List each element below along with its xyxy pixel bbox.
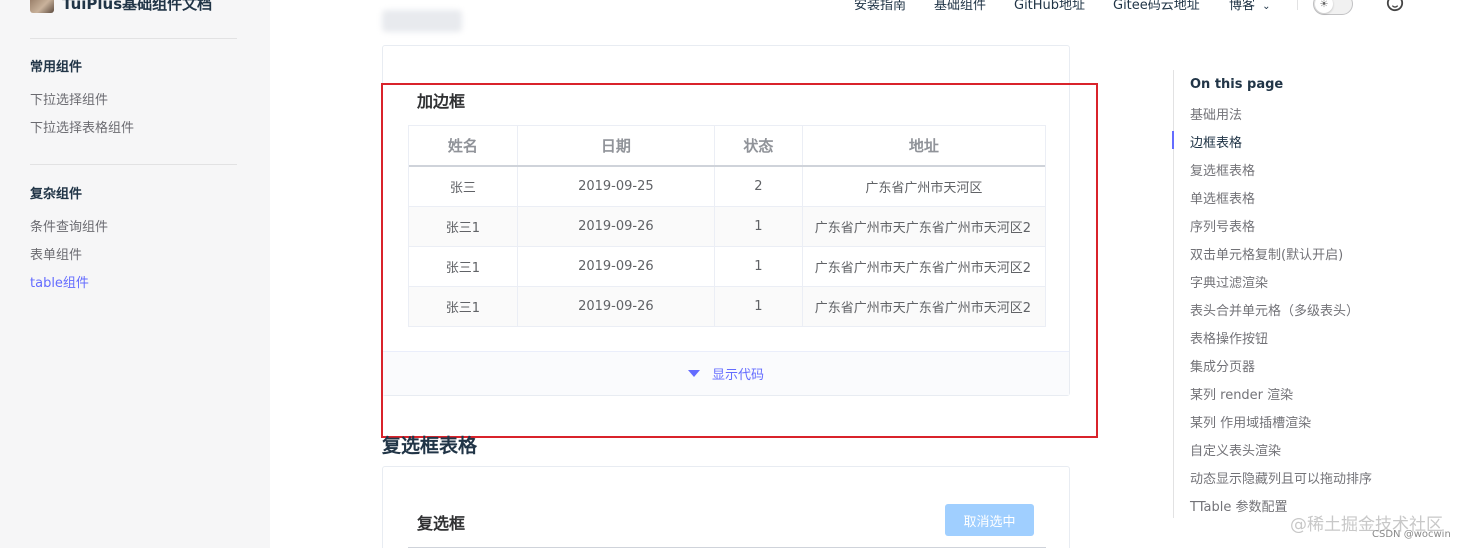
nav-blog-label: 博客 (1229, 0, 1256, 13)
outline-link[interactable]: 双击单元格复制(默认开启) (1190, 244, 1343, 263)
outline-link[interactable]: 基础用法 (1190, 104, 1242, 123)
outline-link[interactable]: 字典过滤渲染 (1190, 272, 1268, 291)
sidebar-item-select[interactable]: 下拉选择组件 (30, 89, 108, 108)
outline-link[interactable]: 复选框表格 (1190, 160, 1255, 179)
nav-gitee[interactable]: Gitee码云地址 (1113, 0, 1200, 13)
outline-link[interactable]: 表头合并单元格（多级表头） (1190, 300, 1359, 319)
demo-title: 复选框 (417, 514, 466, 533)
nav-blog[interactable]: 博客 ⌄ (1229, 0, 1271, 13)
sidebar-divider (30, 164, 237, 165)
github-icon[interactable] (1385, 0, 1405, 12)
sidebar-item-table[interactable]: table组件 (30, 272, 89, 291)
outline-link[interactable]: 某列 render 渲染 (1190, 384, 1293, 403)
sidebar-item-select-table[interactable]: 下拉选择表格组件 (30, 117, 134, 136)
outline-link[interactable]: 动态显示隐藏列且可以拖动排序 (1190, 468, 1372, 487)
sidebar-item-form[interactable]: 表单组件 (30, 244, 82, 263)
demo-card-checkbox: 复选框 取消选中 (382, 466, 1070, 548)
annotation-highlight-box (381, 83, 1098, 438)
outline-link[interactable]: TTable 参数配置 (1190, 496, 1287, 515)
nav-install-guide[interactable]: 安装指南 (854, 0, 906, 13)
outline-title: On this page (1190, 77, 1284, 92)
outline-link[interactable]: 某列 作用域插槽渲染 (1190, 412, 1311, 431)
sidebar-divider (30, 38, 237, 39)
sidebar-group-title: 复杂组件 (30, 187, 83, 202)
outline-link-active[interactable]: 边框表格 (1190, 132, 1242, 151)
cancel-selection-button[interactable]: 取消选中 (945, 504, 1034, 536)
nav-github[interactable]: GitHub地址 (1014, 0, 1085, 13)
outline-link[interactable]: 自定义表头渲染 (1190, 440, 1281, 459)
nav-basic-components[interactable]: 基础组件 (934, 0, 986, 13)
nav-divider (1297, 0, 1298, 10)
outline-link[interactable]: 序列号表格 (1190, 216, 1255, 235)
outline-link[interactable]: 表格操作按钮 (1190, 328, 1268, 347)
sun-icon: ☀ (1315, 0, 1333, 13)
page-title-blurred (382, 10, 462, 32)
outline-active-marker (1172, 131, 1174, 149)
sidebar-group-title: 常用组件 (30, 60, 83, 75)
outline-link[interactable]: 集成分页器 (1190, 356, 1255, 375)
top-nav: 安装指南 基础组件 GitHub地址 Gitee码云地址 博客 ⌄ (0, 0, 1467, 14)
outline-link[interactable]: 单选框表格 (1190, 188, 1255, 207)
sidebar: TuiPlus基础组件文档 常用组件 下拉选择组件 下拉选择表格组件 复杂组件 … (0, 0, 270, 548)
sidebar-item-query[interactable]: 条件查询组件 (30, 216, 108, 235)
chevron-down-icon: ⌄ (1262, 1, 1271, 12)
watermark-csdn: CSDN @wocwin (1372, 529, 1451, 540)
appearance-toggle[interactable]: ☀ (1313, 0, 1353, 15)
section-heading-checkbox-table: 复选框表格 (382, 435, 478, 457)
